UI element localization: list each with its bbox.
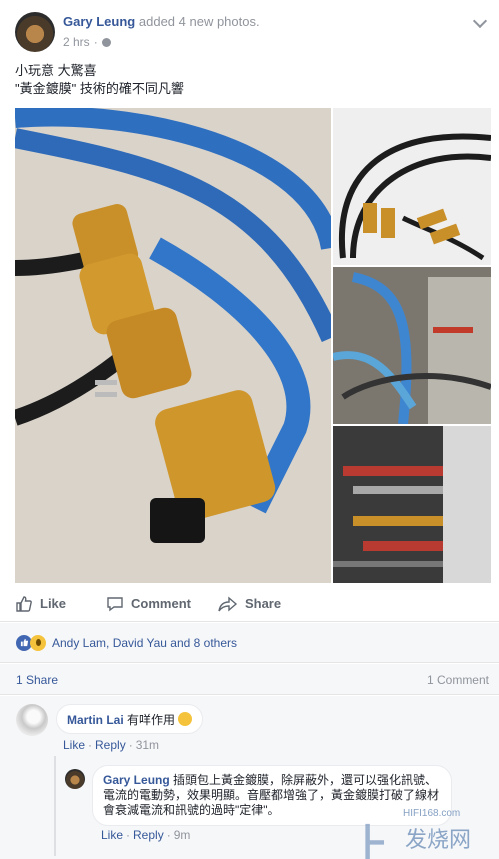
watermark-url: HIFI168.com xyxy=(403,808,461,819)
author-avatar[interactable] xyxy=(15,12,55,52)
watermark-text: 发烧网 xyxy=(405,827,472,852)
counts-bar: 1 Share 1 Comment xyxy=(0,664,499,695)
photo-main-art xyxy=(15,108,331,583)
thinking-emoji-icon xyxy=(178,712,193,726)
comment-time[interactable]: 31m xyxy=(136,738,159,752)
chevron-down-icon[interactable] xyxy=(472,13,488,29)
comment-author[interactable]: Martin Lai xyxy=(67,713,124,727)
share-button[interactable]: Share xyxy=(218,595,281,613)
photo-3-art xyxy=(333,267,491,424)
post-meta: 2 hrs · xyxy=(63,35,260,49)
comment-icon xyxy=(107,596,123,611)
post-header: Gary Leung added 4 new photos. 2 hrs · xyxy=(15,12,260,52)
commenter-avatar[interactable] xyxy=(16,704,48,736)
thumbs-up-icon xyxy=(16,595,32,612)
thumbs-up-icon xyxy=(20,638,28,647)
photo-2-art xyxy=(333,108,491,265)
post-action-text: added 4 new photos. xyxy=(138,14,260,29)
post-text: 小玩意 大驚喜 "黃金鍍膜" 技術的確不同凡響 xyxy=(15,62,184,98)
comment-like-link[interactable]: Like xyxy=(63,738,85,752)
like-label: Like xyxy=(40,596,67,611)
share-count[interactable]: 1 Share xyxy=(16,673,58,687)
watermark: ⺊ HIFI168.com 发烧网 xyxy=(343,806,493,859)
comment-button[interactable]: Comment xyxy=(106,595,191,613)
reply-time[interactable]: 9m xyxy=(174,828,191,842)
comment-reply-link[interactable]: Reply xyxy=(95,738,126,752)
like-button[interactable]: Like xyxy=(15,595,66,613)
comment-count[interactable]: 1 Comment xyxy=(427,673,489,687)
reply-avatar[interactable] xyxy=(65,769,85,789)
share-icon xyxy=(218,595,238,612)
header-info: Gary Leung added 4 new photos. 2 hrs · xyxy=(63,14,260,52)
reaction-names[interactable]: Andy Lam, David Yau and 8 others xyxy=(52,636,237,650)
reply-thread-line xyxy=(54,756,56,856)
photo-2[interactable] xyxy=(333,108,491,265)
comment-bubble: Martin Lai 有咩作用 xyxy=(56,704,204,734)
wow-reaction-icon xyxy=(30,634,46,651)
reply-links: Like · Reply · 9m xyxy=(101,828,191,842)
photo-grid xyxy=(15,108,491,583)
post-time[interactable]: 2 hrs xyxy=(63,35,90,49)
reply-reply-link[interactable]: Reply xyxy=(133,828,164,842)
globe-icon xyxy=(101,37,111,47)
author-name[interactable]: Gary Leung xyxy=(63,14,135,29)
header-line: Gary Leung added 4 new photos. xyxy=(63,14,260,29)
share-label: Share xyxy=(244,596,282,611)
watermark-logo: ⺊ xyxy=(351,823,391,859)
reply-author[interactable]: Gary Leung xyxy=(103,773,170,787)
photo-4-art xyxy=(333,426,491,583)
post-actions-bar: Like Comment Share xyxy=(0,586,499,622)
reactions-bar[interactable]: Andy Lam, David Yau and 8 others xyxy=(0,623,499,663)
comment-label: Comment xyxy=(131,596,191,611)
reply-like-link[interactable]: Like xyxy=(101,828,123,842)
comment-links: Like · Reply · 31m xyxy=(63,738,160,752)
post-text-line-2: "黃金鍍膜" 技術的確不同凡響 xyxy=(15,81,184,96)
post-text-line-1: 小玩意 大驚喜 xyxy=(15,63,97,78)
photo-main[interactable] xyxy=(15,108,331,583)
comment-text: 有咩作用 xyxy=(127,713,176,727)
photo-4[interactable] xyxy=(333,426,491,583)
photo-3[interactable] xyxy=(333,267,491,424)
